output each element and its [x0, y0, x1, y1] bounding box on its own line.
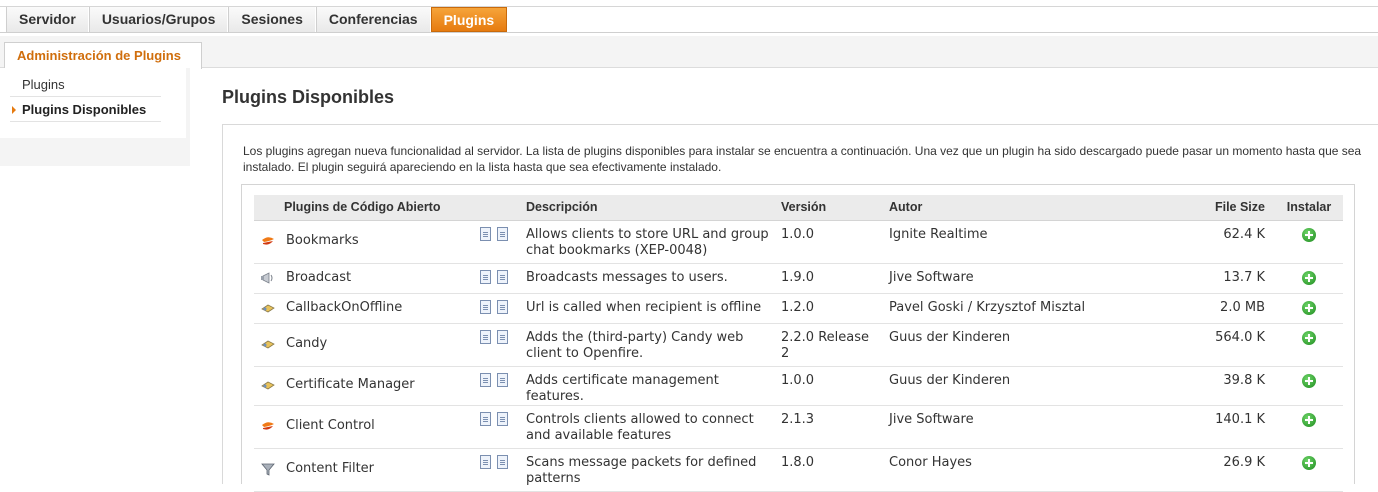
table-row: Client Control Controls clients allowed … — [254, 405, 1343, 449]
bookmark-icon — [260, 233, 276, 249]
plugin-description: Allows clients to store URL and group ch… — [522, 220, 777, 264]
readme-doc-icon[interactable] — [480, 269, 491, 284]
sidebar-item-plugins[interactable]: Plugins — [10, 72, 161, 97]
plugin-file-size: 140.1 K — [1135, 405, 1275, 449]
readme-doc-icon[interactable] — [480, 329, 491, 344]
plugins-table-wrap: Plugins de Código Abierto Descripción Ve… — [241, 184, 1355, 492]
sidebar-panel: Plugins Plugins Disponibles — [0, 68, 186, 138]
header-file-size: File Size — [1135, 195, 1275, 221]
plugin-file-size: 62.4 K — [1135, 220, 1275, 264]
plugin-icon — [260, 336, 276, 352]
sidebar-item-available-plugins[interactable]: Plugins Disponibles — [10, 97, 161, 122]
changelog-doc-icon[interactable] — [497, 454, 508, 469]
plugin-description: Controls clients allowed to connect and … — [522, 405, 777, 449]
plugin-file-size: 564.0 K — [1135, 323, 1275, 367]
plugin-author: Jive Software — [885, 263, 1135, 294]
table-header-row: Plugins de Código Abierto Descripción Ve… — [254, 195, 1343, 221]
header-install: Instalar — [1275, 195, 1343, 221]
tab-conferencias[interactable]: Conferencias — [315, 7, 431, 32]
tab-servidor[interactable]: Servidor — [6, 7, 89, 32]
table-row: Content Filter Scans message packets for… — [254, 448, 1343, 492]
plugin-version: 1.0.0 — [777, 220, 885, 264]
table-row: Certificate Manager Adds certificate man… — [254, 366, 1343, 406]
sidebar-item-label: Plugins — [22, 77, 65, 92]
plugin-author: Pavel Goski / Krzysztof Misztal — [885, 293, 1135, 324]
plugin-description: Adds the (third-party) Candy web client … — [522, 323, 777, 367]
readme-doc-icon[interactable] — [480, 372, 491, 387]
install-plus-icon[interactable] — [1302, 300, 1316, 315]
page-title: Plugins Disponibles — [222, 87, 395, 107]
plugin-author: Ignite Realtime — [885, 220, 1135, 264]
changelog-doc-icon[interactable] — [497, 269, 508, 284]
plugins-table: Plugins de Código Abierto Descripción Ve… — [254, 195, 1343, 492]
plugin-file-size: 13.7 K — [1135, 263, 1275, 294]
header-docs — [476, 195, 522, 221]
plugin-author: Guus der Kinderen — [885, 323, 1135, 367]
changelog-doc-icon[interactable] — [497, 299, 508, 314]
plugin-description: Adds certificate management features. — [522, 366, 777, 406]
header-author: Autor — [885, 195, 1135, 221]
main-tabs: Servidor Usuarios/Grupos Sesiones Confer… — [6, 7, 508, 32]
install-plus-icon[interactable] — [1302, 330, 1316, 345]
plugin-file-size: 39.8 K — [1135, 366, 1275, 406]
plugin-file-size: 26.9 K — [1135, 448, 1275, 492]
install-plus-icon[interactable] — [1302, 227, 1316, 242]
table-row: Bookmarks Allows clients to store URL an… — [254, 220, 1343, 264]
plugin-author: Guus der Kinderen — [885, 366, 1135, 406]
sidebar: Plugins Plugins Disponibles — [0, 68, 190, 166]
intro-text: Los plugins agregan nueva funcionalidad … — [243, 144, 1362, 174]
plugin-version: 1.8.0 — [777, 448, 885, 492]
install-plus-icon[interactable] — [1302, 373, 1316, 388]
plugin-description: Broadcasts messages to users. — [522, 263, 777, 294]
main-nav: Servidor Usuarios/Grupos Sesiones Confer… — [0, 0, 1378, 34]
plugin-icon — [260, 300, 276, 316]
readme-doc-icon[interactable] — [480, 454, 491, 469]
plugin-version: 1.0.0 — [777, 366, 885, 406]
changelog-doc-icon[interactable] — [497, 329, 508, 344]
plugin-version: 1.2.0 — [777, 293, 885, 324]
plugin-name: CallbackOnOffline — [286, 299, 403, 315]
plugin-name: Content Filter — [286, 461, 375, 477]
readme-doc-icon[interactable] — [480, 226, 491, 241]
sub-nav: Administración de Plugins — [0, 36, 1378, 69]
plugin-name: Bookmarks — [286, 233, 359, 249]
tab-plugins[interactable]: Plugins — [430, 7, 508, 32]
table-row: Candy Adds the (third-party) Candy web c… — [254, 323, 1343, 367]
plugin-icon — [260, 377, 276, 393]
header-version: Versión — [777, 195, 885, 221]
plugin-version: 1.9.0 — [777, 263, 885, 294]
plugin-name: Client Control — [286, 418, 375, 434]
tab-sesiones[interactable]: Sesiones — [228, 7, 316, 32]
plugin-name: Candy — [286, 336, 328, 352]
plugin-description: Scans message packets for defined patter… — [522, 448, 777, 492]
content-box: Los plugins agregan nueva funcionalidad … — [222, 124, 1378, 492]
tab-usuarios-grupos[interactable]: Usuarios/Grupos — [88, 7, 229, 32]
install-plus-icon[interactable] — [1302, 455, 1316, 470]
plugin-version: 2.1.3 — [777, 405, 885, 449]
plugin-author: Conor Hayes — [885, 448, 1135, 492]
table-row: Broadcast Broadcasts messages to users. … — [254, 263, 1343, 294]
readme-doc-icon[interactable] — [480, 411, 491, 426]
sidebar-item-label: Plugins Disponibles — [22, 102, 147, 117]
header-description: Descripción — [522, 195, 777, 221]
readme-doc-icon[interactable] — [480, 299, 491, 314]
plugin-description: Url is called when recipient is offline — [522, 293, 777, 324]
plugin-file-size: 2.0 MB — [1135, 293, 1275, 324]
plugin-name: Broadcast — [286, 269, 352, 285]
bookmark-icon — [260, 418, 276, 434]
broadcast-icon — [260, 270, 276, 286]
install-plus-icon[interactable] — [1302, 270, 1316, 285]
table-row: CallbackOnOffline Url is called when rec… — [254, 293, 1343, 324]
plugin-version: 2.2.0 Release 2 — [777, 323, 885, 367]
changelog-doc-icon[interactable] — [497, 372, 508, 387]
arrow-right-icon — [12, 106, 16, 114]
changelog-doc-icon[interactable] — [497, 411, 508, 426]
install-plus-icon[interactable] — [1302, 412, 1316, 427]
changelog-doc-icon[interactable] — [497, 226, 508, 241]
plugin-author: Jive Software — [885, 405, 1135, 449]
plugin-name: Certificate Manager — [286, 377, 415, 393]
filter-icon — [260, 461, 276, 477]
header-name: Plugins de Código Abierto — [254, 195, 476, 221]
subtab-plugin-admin[interactable]: Administración de Plugins — [4, 42, 202, 69]
